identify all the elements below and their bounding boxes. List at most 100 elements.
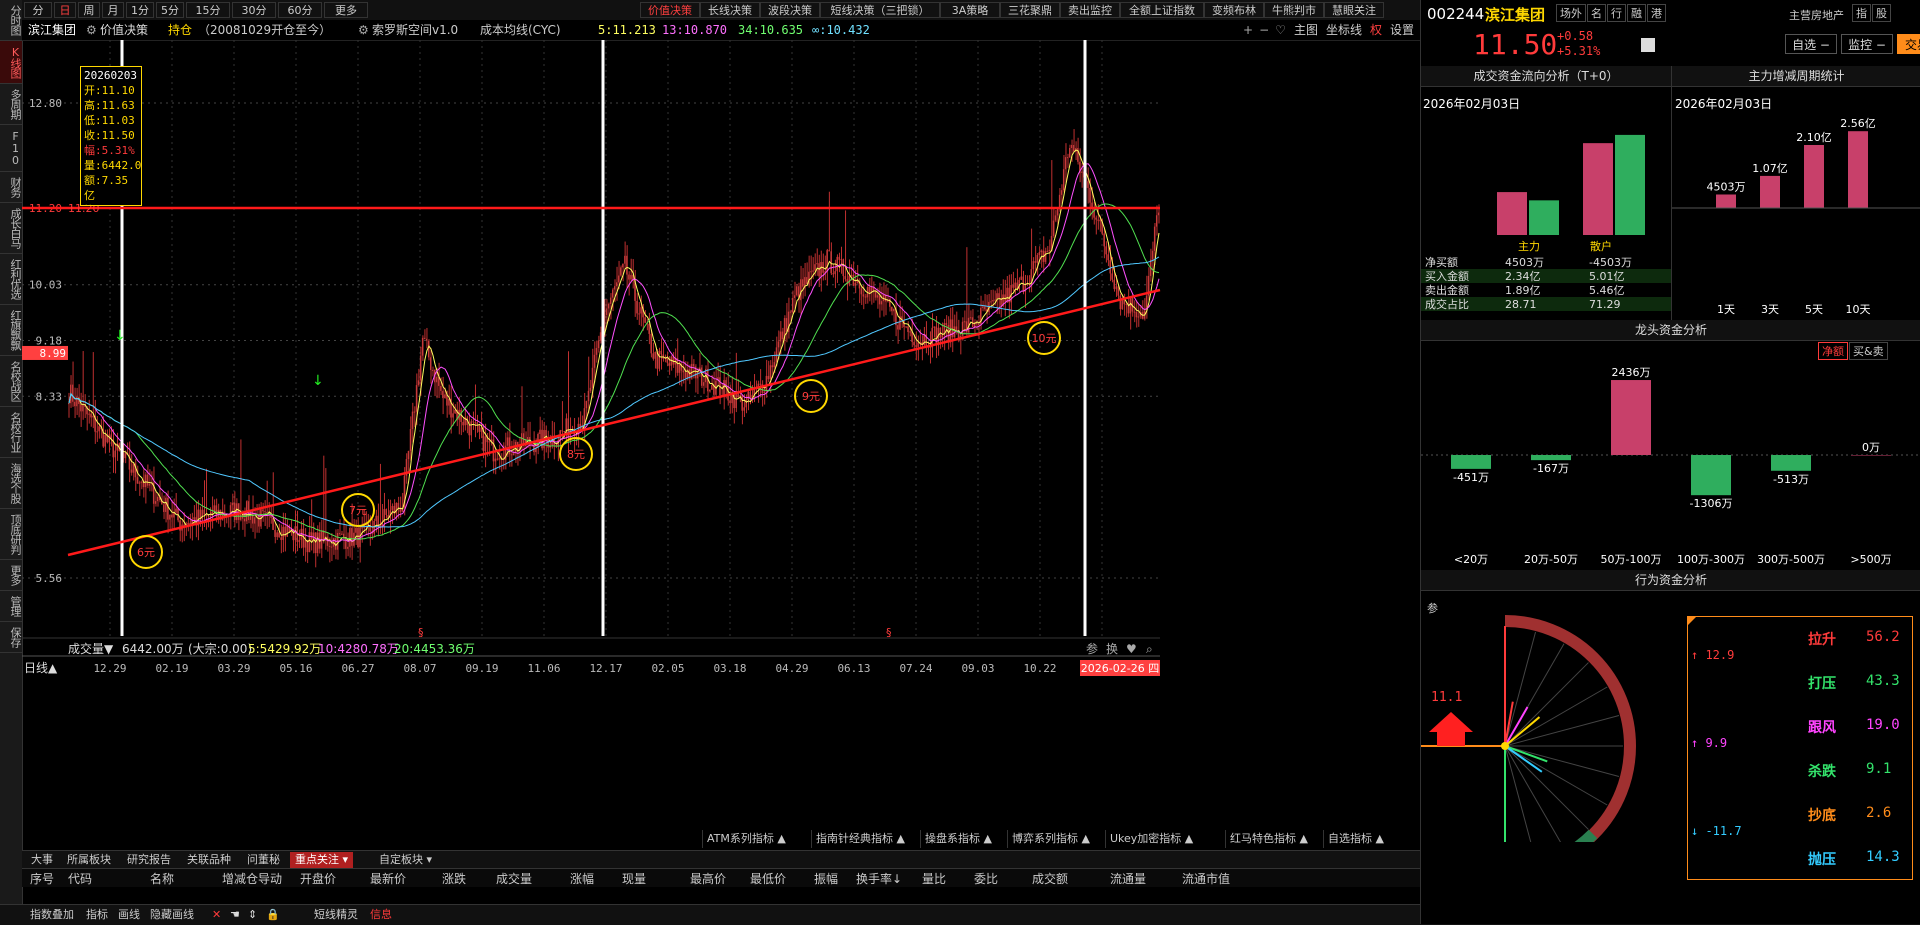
period-6[interactable]: 15分: [186, 2, 230, 18]
period-0[interactable]: 分时: [24, 2, 52, 33]
table-header-11[interactable]: 最低价: [750, 870, 786, 887]
period-8[interactable]: 60分: [278, 2, 322, 18]
table-header-10[interactable]: 最高价: [690, 870, 726, 887]
indicator-tab-2[interactable]: 操盘系指标 ▲: [920, 830, 996, 848]
x-axis-label[interactable]: 日线▲: [24, 661, 58, 675]
left-tab-12[interactable]: 更多: [0, 560, 22, 591]
monitor-button[interactable]: 监控 −: [1841, 34, 1893, 54]
indicator-tab-6[interactable]: 自选指标 ▲: [1323, 830, 1388, 848]
table-header-2[interactable]: 名称: [150, 870, 174, 887]
hand-icon[interactable]: ☚: [230, 907, 240, 923]
status-left-3[interactable]: 隐藏画线: [150, 907, 194, 923]
status-mid-0[interactable]: 短线精灵: [314, 907, 358, 923]
left-tab-4[interactable]: 财务: [0, 172, 22, 203]
table-header-3[interactable]: 增减仓导动: [222, 870, 282, 887]
left-tab-10[interactable]: 海选个股: [0, 458, 22, 509]
table-header-12[interactable]: 振幅: [814, 870, 838, 887]
zoom-out-icon[interactable]: −: [1259, 23, 1269, 37]
table-header-8[interactable]: 涨幅: [570, 870, 594, 887]
table-header-18[interactable]: 流通市值: [1182, 870, 1230, 887]
status-left-0[interactable]: 指数叠加: [30, 907, 74, 923]
status-mid-1[interactable]: 信息: [370, 907, 392, 923]
table-header-14[interactable]: 量比: [922, 870, 946, 887]
calculator-icon[interactable]: [1641, 38, 1655, 52]
indicator-tab-1[interactable]: 指南针经典指标 ▲: [811, 830, 909, 848]
search-icon[interactable]: ⌕: [1146, 642, 1153, 656]
chart-tool-2[interactable]: 权: [1370, 23, 1382, 37]
table-header-5[interactable]: 最新价: [370, 870, 406, 887]
left-tab-1[interactable]: K线图: [0, 41, 22, 84]
bottom-tab-4[interactable]: 问董秘: [242, 852, 285, 868]
indicator-tab-4[interactable]: Ukey加密指标 ▲: [1105, 830, 1197, 848]
add-watchlist-button[interactable]: 自选 −: [1785, 34, 1837, 54]
kline-chart[interactable]: 12.8011.2010.039.188.335.568.9911.206元7元…: [22, 40, 1420, 784]
indicator-tab-0[interactable]: ATM系列指标 ▲: [702, 830, 790, 848]
bottom-tab-1[interactable]: 所属板块: [62, 852, 116, 868]
volume-label[interactable]: 成交量▼: [68, 641, 114, 656]
quote-tag-4[interactable]: 港: [1647, 4, 1666, 22]
strategy-4[interactable]: 3A策略: [940, 2, 1000, 18]
zoom-in-icon[interactable]: +: [1243, 23, 1253, 37]
left-tab-2[interactable]: 多周期: [0, 84, 22, 125]
table-header-6[interactable]: 涨跌: [442, 870, 466, 887]
indicator-name[interactable]: 价值决策: [100, 20, 148, 40]
quote-tag-1[interactable]: 名: [1587, 4, 1606, 22]
sector-tag-0[interactable]: 指: [1852, 4, 1871, 22]
table-header-15[interactable]: 委比: [974, 870, 998, 887]
strategy-6[interactable]: 卖出监控: [1060, 2, 1120, 18]
trade-button[interactable]: 交易: [1897, 34, 1920, 54]
favorite-icon[interactable]: ♡: [1275, 23, 1286, 37]
left-tab-8[interactable]: 名校战区: [0, 356, 22, 407]
gear-icon[interactable]: ⚙: [358, 20, 369, 40]
chart-tool-0[interactable]: 主图: [1294, 23, 1318, 37]
quote-tag-3[interactable]: 融: [1627, 4, 1646, 22]
table-header-1[interactable]: 代码: [68, 870, 92, 887]
table-header-17[interactable]: 流通量: [1110, 870, 1146, 887]
table-header-4[interactable]: 开盘价: [300, 870, 336, 887]
period-5[interactable]: 5分: [156, 2, 184, 18]
chart-tool-3[interactable]: 设置: [1390, 23, 1414, 37]
table-header-16[interactable]: 成交额: [1032, 870, 1068, 887]
quote-tag-0[interactable]: 场外: [1556, 4, 1586, 22]
period-9[interactable]: 更多>>: [324, 2, 368, 33]
left-tab-5[interactable]: 成长白马: [0, 203, 22, 254]
bottom-tab-3[interactable]: 关联品种: [182, 852, 236, 868]
strategy-7[interactable]: 全额上证指数: [1120, 2, 1204, 18]
switch-icon[interactable]: 换: [1106, 642, 1118, 656]
strategy-3[interactable]: 短线决策（三把锁）: [820, 2, 940, 18]
bottom-tab-0[interactable]: 大事: [26, 852, 58, 868]
left-tab-14[interactable]: 保存: [0, 622, 22, 653]
strategy-1[interactable]: 长线决策: [700, 2, 760, 18]
table-header-0[interactable]: 序号: [30, 870, 54, 887]
close-icon[interactable]: ✕: [212, 907, 221, 923]
indicator-tab-3[interactable]: 博弈系列指标 ▲: [1007, 830, 1094, 848]
chart-tool-1[interactable]: 坐标线: [1326, 23, 1362, 37]
left-tab-6[interactable]: 红利优选: [0, 254, 22, 305]
quote-tag-2[interactable]: 行: [1607, 4, 1626, 22]
sector-tag-1[interactable]: 股: [1872, 4, 1891, 22]
dragon-tab-0[interactable]: 净额: [1818, 342, 1848, 360]
period-2[interactable]: 周: [78, 2, 100, 18]
table-header-13[interactable]: 换手率↓: [856, 870, 902, 887]
left-tab-0[interactable]: 分时图: [0, 0, 22, 41]
left-tab-3[interactable]: F10: [0, 125, 22, 172]
period-4[interactable]: 1分: [126, 2, 154, 18]
bottom-tab-6[interactable]: 自定板块 ▾: [374, 852, 437, 868]
resize-icon[interactable]: ⇕: [248, 907, 257, 923]
table-header-7[interactable]: 成交量: [496, 870, 532, 887]
left-tab-7[interactable]: 红旗飘飘: [0, 305, 22, 356]
heart-icon[interactable]: ♥: [1126, 642, 1137, 656]
status-left-1[interactable]: 指标: [86, 907, 108, 923]
strategy-10[interactable]: 慧眼关注: [1324, 2, 1384, 18]
strategy-9[interactable]: 牛熊判市: [1264, 2, 1324, 18]
period-1[interactable]: 日: [54, 2, 76, 18]
left-tab-11[interactable]: 顶底研判: [0, 509, 22, 560]
dragon-tab-1[interactable]: 买&卖: [1849, 342, 1888, 360]
period-7[interactable]: 30分: [232, 2, 276, 18]
bottom-tab-5[interactable]: 重点关注 ▾: [290, 852, 354, 868]
param-icon[interactable]: 参: [1086, 641, 1098, 656]
table-header-9[interactable]: 现量: [622, 870, 646, 887]
lock-icon[interactable]: 🔒: [266, 907, 280, 923]
strategy-2[interactable]: 波段决策: [760, 2, 820, 18]
indicator-tab-5[interactable]: 红马特色指标 ▲: [1225, 830, 1312, 848]
